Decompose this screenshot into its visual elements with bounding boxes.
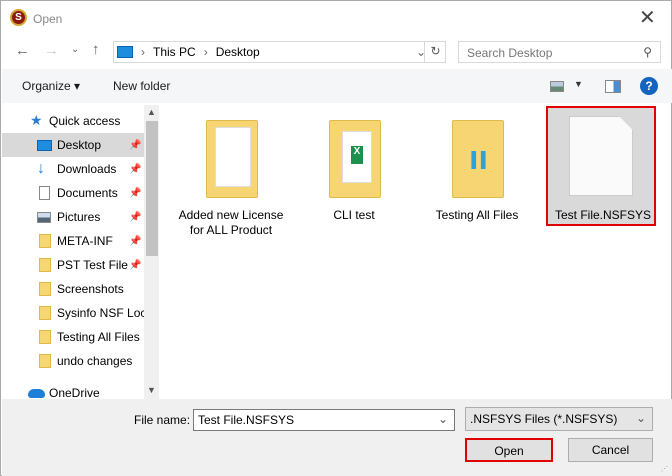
folder-icon (39, 282, 51, 296)
sidebar-item-screenshots[interactable]: Screenshots (2, 277, 144, 301)
sidebar-item-desktop[interactable]: Desktop 📌 (2, 133, 144, 157)
file-icon (569, 116, 633, 196)
scrollbar-thumb[interactable] (146, 121, 158, 256)
sidebar-item-sysinfo[interactable]: Sysinfo NSF Loca (2, 301, 144, 325)
search-icon: ⚲ (643, 45, 652, 59)
sidebar-item-label: Testing All Files (57, 330, 140, 344)
cancel-button[interactable]: Cancel (568, 438, 653, 462)
sidebar-item-meta-inf[interactable]: META-INF 📌 (2, 229, 144, 253)
folder-icon (39, 330, 51, 344)
file-type-value: .NSFSYS Files (*.NSFSYS) (470, 412, 618, 426)
window-title: Open (33, 12, 63, 26)
navigation-pane: ★ Quick access Desktop 📌 ↓ Downloads 📌 Docum… (2, 105, 144, 399)
folder-icon: X (329, 120, 381, 198)
file-name-value: Test File.NSFSYS (198, 413, 295, 427)
new-folder-button[interactable]: New folder (113, 79, 170, 93)
recent-chevron-icon[interactable]: ⌄ (71, 44, 79, 55)
organize-button[interactable]: Organize ▾ (22, 79, 80, 93)
sidebar-item-label: Desktop (57, 138, 102, 152)
sidebar-item-label: Downloads (57, 162, 117, 176)
scroll-up-icon[interactable]: ▲ (147, 107, 156, 117)
file-item-label: CLI test (333, 208, 375, 222)
sidebar-item-label: undo changes (57, 354, 133, 368)
toolbar: Organize ▾ New folder ▼ ? (2, 69, 672, 103)
scroll-down-icon[interactable]: ▼ (147, 385, 156, 395)
sidebar-item-testing-all-files[interactable]: Testing All Files (2, 325, 144, 349)
breadcrumb-this-pc[interactable]: This PC (153, 45, 196, 59)
forward-arrow-icon[interactable]: → (44, 42, 59, 59)
search-placeholder: Search Desktop (467, 46, 553, 60)
pin-icon[interactable]: 📌 (129, 212, 141, 223)
chevron-down-icon: ⌄ (635, 411, 646, 425)
document-icon (39, 186, 50, 200)
cloud-icon (28, 388, 45, 398)
app-icon: S (10, 9, 27, 26)
pin-icon[interactable]: 📌 (129, 236, 141, 247)
file-item-selected[interactable]: Test File.NSFSYS (546, 106, 656, 226)
file-item-label: Testing All Files (435, 208, 519, 222)
up-arrow-icon[interactable]: ↑ (92, 41, 100, 58)
view-icon[interactable] (550, 81, 564, 92)
sidebar-item-label: PST Test File (57, 258, 128, 272)
sidebar-item-onedrive[interactable]: OneDrive (2, 381, 144, 399)
open-dialog: S Open ✕ ← → ⌄ ↑ › This PC › Desktop ⌄ ↻… (0, 0, 672, 476)
file-item-label: Test File.NSFSYS (554, 208, 652, 222)
separator-icon: › (203, 45, 208, 59)
breadcrumb-desktop[interactable]: Desktop (216, 45, 260, 59)
folder-icon (39, 354, 51, 368)
sidebar-item-quick-access[interactable]: ★ Quick access (2, 109, 144, 133)
open-button[interactable]: Open (465, 438, 553, 462)
folder-icon (39, 258, 51, 272)
sidebar-item-pst-test-file[interactable]: PST Test File 📌 (2, 253, 144, 277)
preview-pane-icon[interactable] (605, 80, 621, 93)
address-bar[interactable]: › This PC › Desktop ⌄ (113, 41, 446, 63)
sidebar-item-downloads[interactable]: ↓ Downloads 📌 (2, 157, 144, 181)
help-icon[interactable]: ? (640, 77, 658, 95)
sidebar-item-label: Documents (57, 186, 118, 200)
file-name-input[interactable]: Test File.NSFSYS ⌄ (193, 409, 455, 431)
file-item-folder[interactable]: X CLI test (299, 106, 409, 226)
sidebar-item-label: Quick access (49, 114, 121, 128)
file-item-folder[interactable]: Added new License for ALL Product (176, 106, 286, 237)
file-name-label: File name: (134, 413, 191, 427)
separator-icon: › (141, 45, 145, 59)
star-icon: ★ (30, 112, 43, 128)
close-button[interactable]: ✕ (639, 5, 656, 30)
chevron-down-icon[interactable]: ⌄ (438, 412, 448, 426)
this-pc-icon (117, 46, 133, 58)
file-type-select[interactable]: .NSFSYS Files (*.NSFSYS) ⌄ (465, 407, 653, 431)
pin-icon[interactable]: 📌 (129, 164, 141, 175)
pictures-icon (37, 211, 51, 223)
file-item-label: Added new License for ALL Product (178, 208, 284, 237)
back-arrow-icon[interactable]: ← (15, 42, 30, 59)
sidebar-item-label: Pictures (57, 210, 101, 224)
search-input[interactable]: Search Desktop ⚲ (458, 41, 661, 63)
refresh-button[interactable]: ↻ (424, 41, 446, 63)
sidebar-item-label: OneDrive (49, 386, 100, 399)
sidebar-item-pictures[interactable]: Pictures 📌 (2, 205, 144, 229)
pin-icon[interactable]: 📌 (129, 260, 141, 271)
desktop-icon (37, 139, 52, 151)
folder-icon (39, 234, 51, 248)
sidebar-item-label: Screenshots (57, 282, 124, 296)
folder-icon: ıı (452, 120, 504, 198)
sidebar-item-label: Sysinfo NSF Loca (57, 306, 144, 320)
folder-icon (206, 120, 258, 198)
sidebar-item-undo-changes[interactable]: undo changes (2, 349, 144, 373)
download-icon: ↓ (37, 160, 45, 177)
sidebar-item-documents[interactable]: Documents 📌 (2, 181, 144, 205)
view-dropdown-icon[interactable]: ▼ (574, 79, 583, 89)
sidebar-item-label: META-INF (57, 234, 113, 248)
file-item-folder[interactable]: ıı Testing All Files (422, 106, 532, 226)
folder-icon (39, 306, 51, 320)
pin-icon[interactable]: 📌 (129, 140, 141, 151)
pin-icon[interactable]: 📌 (129, 188, 141, 199)
resize-grip-icon[interactable]: ⋰ (661, 465, 668, 473)
